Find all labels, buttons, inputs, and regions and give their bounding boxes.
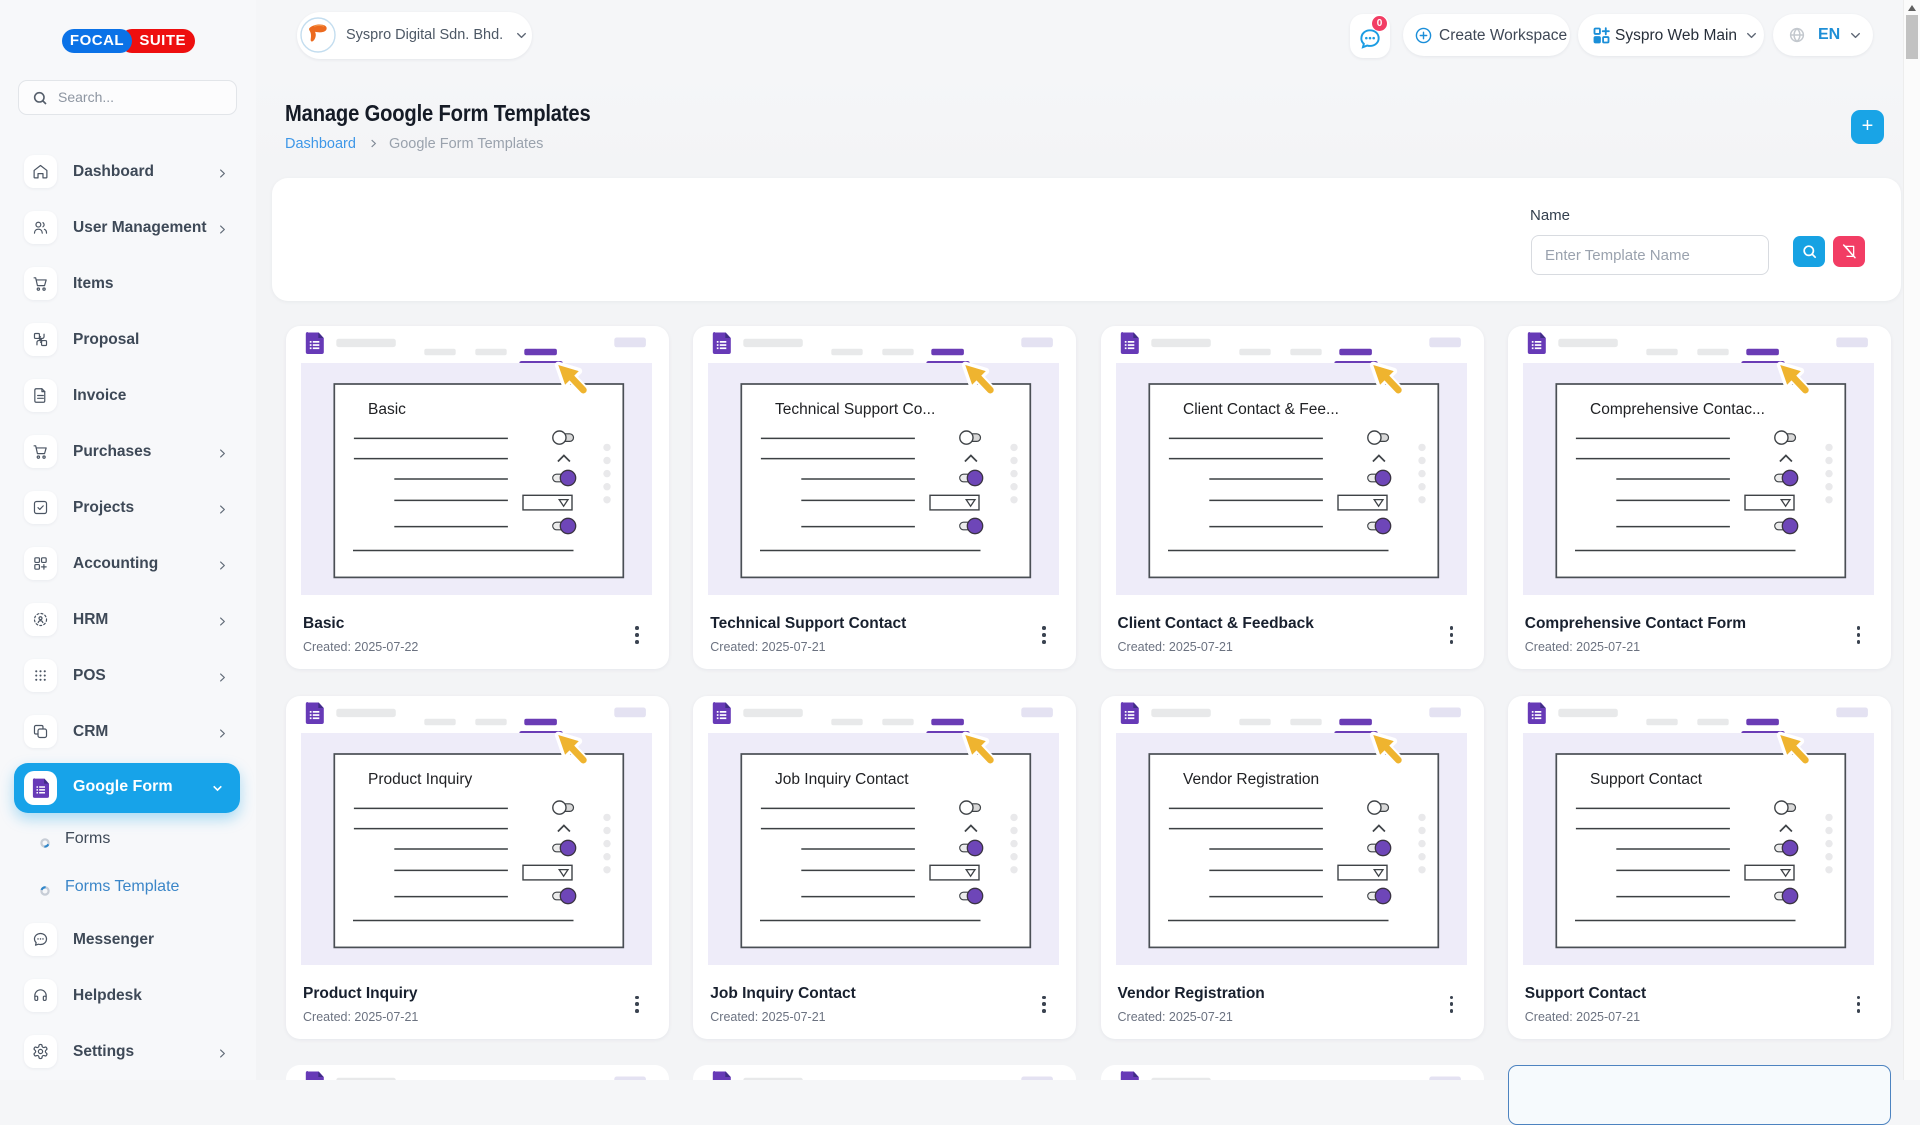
svg-text:Comprehensive Contac...: Comprehensive Contac... [1590,401,1765,418]
svg-text:Technical Support Co...: Technical Support Co... [775,401,935,418]
svg-text:Product Inquiry: Product Inquiry [368,771,472,788]
svg-text:Client Contact & Fee...: Client Contact & Fee... [1183,401,1339,418]
svg-text:Vendor Registration: Vendor Registration [1183,771,1319,788]
svg-text:Job Inquiry Contact: Job Inquiry Contact [775,771,909,788]
svg-text:Basic: Basic [368,401,406,418]
svg-text:Support Contact: Support Contact [1590,771,1703,788]
